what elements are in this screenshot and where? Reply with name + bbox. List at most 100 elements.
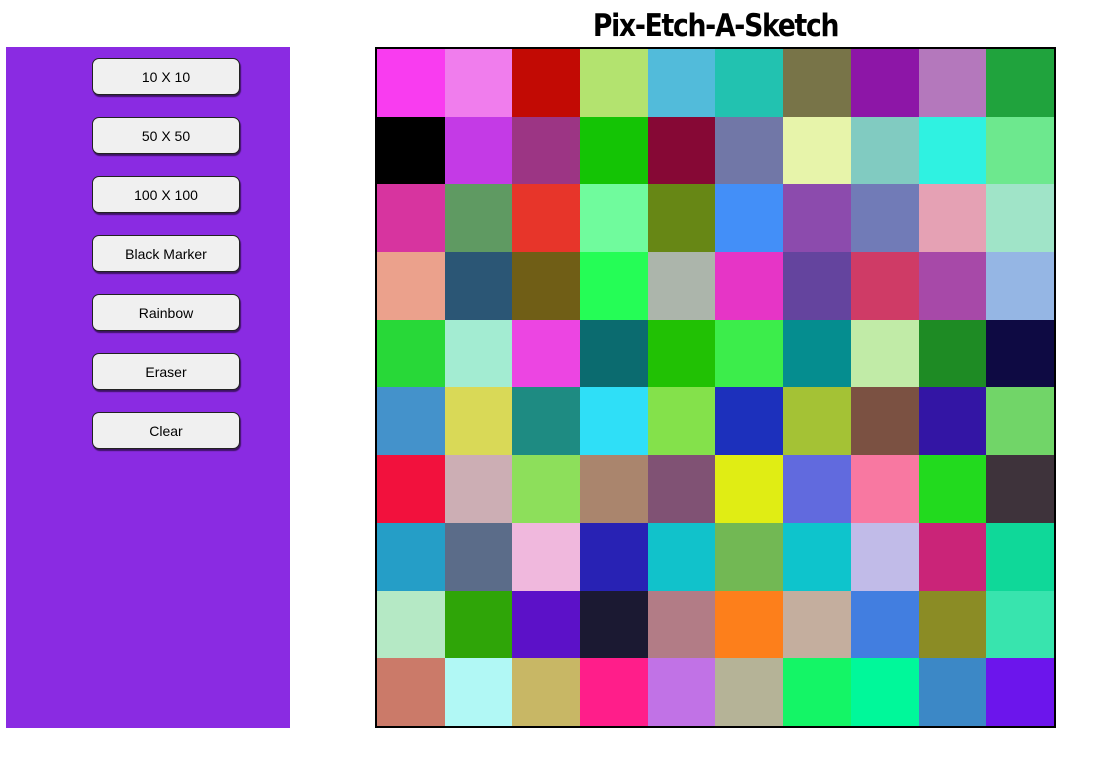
grid-cell[interactable]	[850, 658, 919, 726]
grid-cell[interactable]	[580, 319, 648, 388]
grid-cell[interactable]	[715, 319, 784, 388]
grid-cell[interactable]	[512, 455, 581, 523]
grid-cell[interactable]	[715, 590, 784, 659]
grid-cell[interactable]	[715, 252, 784, 320]
grid-cell[interactable]	[986, 455, 1054, 523]
grid-cell[interactable]	[783, 319, 851, 388]
grid-cell[interactable]	[783, 658, 851, 726]
grid-cell[interactable]	[783, 49, 851, 117]
grid-cell[interactable]	[715, 184, 784, 253]
grid-cell[interactable]	[580, 387, 648, 456]
grid-cell[interactable]	[783, 116, 851, 185]
grid-cell[interactable]	[647, 590, 716, 659]
grid-cell[interactable]	[647, 49, 716, 117]
grid-cell[interactable]	[512, 252, 581, 320]
grid-cell[interactable]	[783, 252, 851, 320]
grid-cell[interactable]	[377, 590, 445, 659]
grid-cell[interactable]	[918, 252, 987, 320]
grid-cell[interactable]	[918, 387, 987, 456]
size-50-button[interactable]: 50 X 50	[92, 117, 240, 154]
grid-cell[interactable]	[783, 590, 851, 659]
grid-cell[interactable]	[715, 455, 784, 523]
grid-cell[interactable]	[580, 252, 648, 320]
size-10-button[interactable]: 10 X 10	[92, 58, 240, 95]
grid-cell[interactable]	[444, 49, 513, 117]
grid-cell[interactable]	[850, 590, 919, 659]
grid-cell[interactable]	[918, 522, 987, 591]
grid-cell[interactable]	[580, 184, 648, 253]
grid-cell[interactable]	[444, 252, 513, 320]
grid-cell[interactable]	[986, 184, 1054, 253]
grid-cell[interactable]	[444, 116, 513, 185]
grid-cell[interactable]	[918, 455, 987, 523]
grid-cell[interactable]	[512, 387, 581, 456]
grid-cell[interactable]	[986, 590, 1054, 659]
grid-cell[interactable]	[783, 522, 851, 591]
grid-cell[interactable]	[377, 522, 445, 591]
grid-cell[interactable]	[918, 319, 987, 388]
grid-cell[interactable]	[918, 590, 987, 659]
grid-cell[interactable]	[444, 590, 513, 659]
grid-cell[interactable]	[512, 319, 581, 388]
grid-cell[interactable]	[850, 116, 919, 185]
grid-cell[interactable]	[647, 184, 716, 253]
grid-cell[interactable]	[512, 184, 581, 253]
grid-cell[interactable]	[512, 116, 581, 185]
grid-cell[interactable]	[986, 49, 1054, 117]
grid-cell[interactable]	[986, 319, 1054, 388]
grid-cell[interactable]	[986, 387, 1054, 456]
grid-cell[interactable]	[647, 319, 716, 388]
grid-cell[interactable]	[377, 184, 445, 253]
grid-cell[interactable]	[444, 319, 513, 388]
rainbow-button[interactable]: Rainbow	[92, 294, 240, 331]
grid-cell[interactable]	[647, 387, 716, 456]
grid-cell[interactable]	[647, 658, 716, 726]
grid-cell[interactable]	[444, 658, 513, 726]
grid-cell[interactable]	[918, 658, 987, 726]
grid-cell[interactable]	[850, 522, 919, 591]
clear-button[interactable]: Clear	[92, 412, 240, 449]
grid-cell[interactable]	[715, 658, 784, 726]
grid-cell[interactable]	[580, 49, 648, 117]
grid-cell[interactable]	[580, 455, 648, 523]
grid-cell[interactable]	[850, 455, 919, 523]
grid-cell[interactable]	[377, 319, 445, 388]
grid-cell[interactable]	[377, 252, 445, 320]
grid-cell[interactable]	[647, 455, 716, 523]
grid-cell[interactable]	[783, 455, 851, 523]
grid-cell[interactable]	[783, 184, 851, 253]
grid-cell[interactable]	[647, 116, 716, 185]
size-100-button[interactable]: 100 X 100	[92, 176, 240, 213]
grid-cell[interactable]	[986, 252, 1054, 320]
grid-cell[interactable]	[715, 116, 784, 185]
black-marker-button[interactable]: Black Marker	[92, 235, 240, 272]
grid-cell[interactable]	[850, 319, 919, 388]
grid-cell[interactable]	[986, 522, 1054, 591]
grid-cell[interactable]	[444, 184, 513, 253]
grid-cell[interactable]	[512, 590, 581, 659]
grid-cell[interactable]	[850, 49, 919, 117]
grid-cell[interactable]	[377, 116, 445, 185]
grid-cell[interactable]	[512, 658, 581, 726]
grid-cell[interactable]	[580, 658, 648, 726]
grid-cell[interactable]	[715, 522, 784, 591]
sketch-grid[interactable]	[375, 47, 1056, 728]
grid-cell[interactable]	[986, 658, 1054, 726]
grid-cell[interactable]	[918, 116, 987, 185]
grid-cell[interactable]	[377, 49, 445, 117]
grid-cell[interactable]	[377, 658, 445, 726]
grid-cell[interactable]	[647, 522, 716, 591]
grid-cell[interactable]	[580, 116, 648, 185]
grid-cell[interactable]	[918, 184, 987, 253]
grid-cell[interactable]	[444, 455, 513, 523]
grid-cell[interactable]	[444, 387, 513, 456]
grid-cell[interactable]	[715, 387, 784, 456]
grid-cell[interactable]	[512, 522, 581, 591]
grid-cell[interactable]	[918, 49, 987, 117]
grid-cell[interactable]	[444, 522, 513, 591]
grid-cell[interactable]	[580, 590, 648, 659]
grid-cell[interactable]	[580, 522, 648, 591]
grid-cell[interactable]	[986, 116, 1054, 185]
grid-cell[interactable]	[715, 49, 784, 117]
grid-cell[interactable]	[850, 184, 919, 253]
